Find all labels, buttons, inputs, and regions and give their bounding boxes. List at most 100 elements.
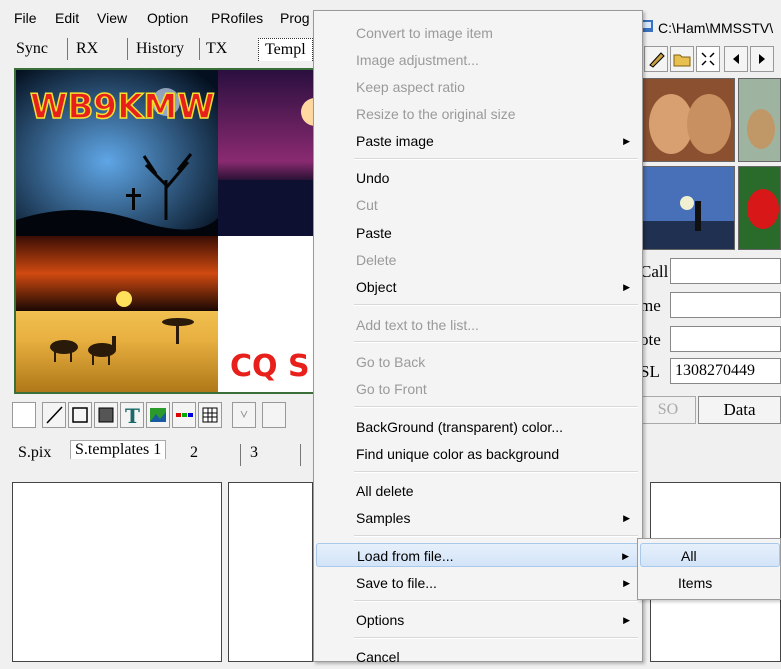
item-tool-button[interactable] — [232, 402, 256, 428]
next-button[interactable] — [750, 46, 774, 72]
menu-all-delete[interactable]: All delete — [314, 479, 642, 503]
window-title-text: C:\Ham\MMSSTV\ — [658, 20, 774, 36]
load-from-file-submenu: All Items — [637, 538, 781, 600]
menu-separator — [354, 535, 638, 537]
menu-file[interactable]: File — [14, 10, 37, 26]
tab-divider — [300, 444, 301, 466]
name-label: me — [640, 296, 661, 315]
menu-cut[interactable]: Cut — [314, 193, 642, 217]
menu-separator — [354, 304, 638, 306]
menu-separator — [354, 341, 638, 343]
menu-save-to-file[interactable]: Save to file... ▶ — [314, 571, 642, 595]
rectangle-icon — [72, 407, 88, 423]
menu-resize-original[interactable]: Resize to the original size — [314, 102, 642, 126]
menu-item-label: Delete — [356, 252, 397, 268]
arrow-down-icon — [240, 410, 248, 419]
submenu-items[interactable]: Items — [638, 571, 780, 595]
tab-divider — [240, 444, 241, 466]
submenu-arrow-icon: ▶ — [623, 615, 630, 625]
line-tool-button[interactable] — [42, 402, 66, 428]
menu-item-label: Items — [678, 575, 713, 591]
right-toolbar — [640, 44, 781, 74]
tab-history[interactable]: History — [130, 38, 190, 60]
menu-view[interactable]: View — [97, 10, 127, 26]
tab-templates[interactable]: Templ — [258, 38, 313, 61]
menu-find-unique-color[interactable]: Find unique color as background — [314, 442, 642, 466]
grid-tool-button[interactable] — [198, 402, 222, 428]
note-field[interactable] — [670, 326, 781, 352]
template-slot[interactable] — [12, 482, 222, 662]
menu-background-color[interactable]: BackGround (transparent) color... — [314, 415, 642, 439]
pencil-icon — [649, 52, 665, 68]
edit-button[interactable] — [644, 46, 668, 72]
thumbnail-image — [739, 167, 780, 249]
submenu-all[interactable]: All — [640, 543, 780, 567]
menu-paste-image[interactable]: Paste image ▶ — [314, 129, 642, 153]
menu-item-label: Add text to the list... — [356, 317, 479, 333]
menu-object[interactable]: Object ▶ — [314, 275, 642, 299]
menu-undo[interactable]: Undo — [314, 166, 642, 190]
select-tool-button[interactable] — [12, 402, 36, 428]
menu-item-label: Image adjustment... — [356, 52, 479, 68]
menu-separator — [354, 471, 638, 473]
menu-go-to-front[interactable]: Go to Front — [314, 377, 642, 401]
extra-tool-button[interactable] — [262, 402, 286, 428]
menu-edit[interactable]: Edit — [55, 10, 79, 26]
submenu-arrow-icon: ▶ — [623, 578, 630, 588]
thumbnail-image — [739, 79, 780, 161]
prev-button[interactable] — [724, 46, 748, 72]
color-bar-tool-button[interactable] — [172, 402, 196, 428]
menu-item-label: Go to Front — [356, 381, 427, 397]
filled-rect-tool-button[interactable] — [94, 402, 118, 428]
menu-option[interactable]: Option — [147, 10, 188, 26]
tab-rx[interactable]: RX — [70, 38, 104, 60]
tab-3[interactable]: 3 — [250, 444, 258, 462]
menu-item-label: Cancel — [356, 649, 400, 665]
menu-profiles[interactable]: PRofiles — [211, 10, 263, 26]
menu-image-adjustment[interactable]: Image adjustment... — [314, 48, 642, 72]
tab-stemplates-1[interactable]: S.templates 1 — [70, 440, 167, 459]
name-field[interactable] — [670, 292, 781, 318]
history-thumbnail[interactable] — [738, 78, 781, 162]
template-slot[interactable] — [228, 482, 313, 662]
cq-text: CQ S — [230, 349, 310, 384]
qsl-field[interactable]: 1308270449 — [670, 358, 781, 384]
submenu-arrow-icon: ▶ — [622, 551, 629, 561]
menu-item-label: Undo — [356, 170, 390, 186]
qso-button[interactable]: SO — [640, 396, 696, 424]
open-folder-button[interactable] — [670, 46, 694, 72]
history-thumbnail[interactable] — [640, 166, 735, 250]
menu-prog[interactable]: Prog — [280, 10, 310, 26]
menu-paste[interactable]: Paste — [314, 221, 642, 245]
drawing-toolbar: T — [10, 402, 313, 432]
text-tool-button[interactable]: T — [120, 402, 144, 428]
tab-2[interactable]: 2 — [190, 444, 198, 462]
menu-convert-to-image-item[interactable]: Convert to image item — [314, 21, 642, 45]
menu-separator — [354, 637, 638, 639]
image-canvas[interactable]: WB9KMW CQ S — [14, 68, 317, 394]
call-field[interactable] — [670, 258, 781, 284]
menu-add-text-to-list[interactable]: Add text to the list... — [314, 313, 642, 337]
menu-samples[interactable]: Samples ▶ — [314, 506, 642, 530]
menu-options[interactable]: Options ▶ — [314, 608, 642, 632]
history-thumbnail[interactable] — [640, 78, 735, 162]
call-label: Call — [640, 262, 669, 281]
menu-delete[interactable]: Delete — [314, 248, 642, 272]
image-tool-button[interactable] — [146, 402, 170, 428]
menu-go-to-back[interactable]: Go to Back — [314, 350, 642, 374]
menu-item-label: Resize to the original size — [356, 106, 516, 122]
data-button[interactable]: Data — [698, 396, 781, 424]
menu-item-label: Convert to image item — [356, 25, 493, 41]
menu-item-label: Save to file... — [356, 575, 437, 591]
menu-cancel[interactable]: Cancel — [314, 645, 642, 669]
tab-divider — [67, 38, 68, 60]
tab-tx[interactable]: TX — [200, 38, 233, 60]
menu-load-from-file[interactable]: Load from file... ▶ — [316, 543, 640, 567]
rectangle-tool-button[interactable] — [68, 402, 92, 428]
menu-keep-aspect-ratio[interactable]: Keep aspect ratio — [314, 75, 642, 99]
expand-button[interactable] — [696, 46, 720, 72]
menu-item-label: Go to Back — [356, 354, 426, 370]
history-thumbnail[interactable] — [738, 166, 781, 250]
tab-sync[interactable]: Sync — [10, 38, 54, 60]
tab-spix[interactable]: S.pix — [18, 444, 51, 462]
